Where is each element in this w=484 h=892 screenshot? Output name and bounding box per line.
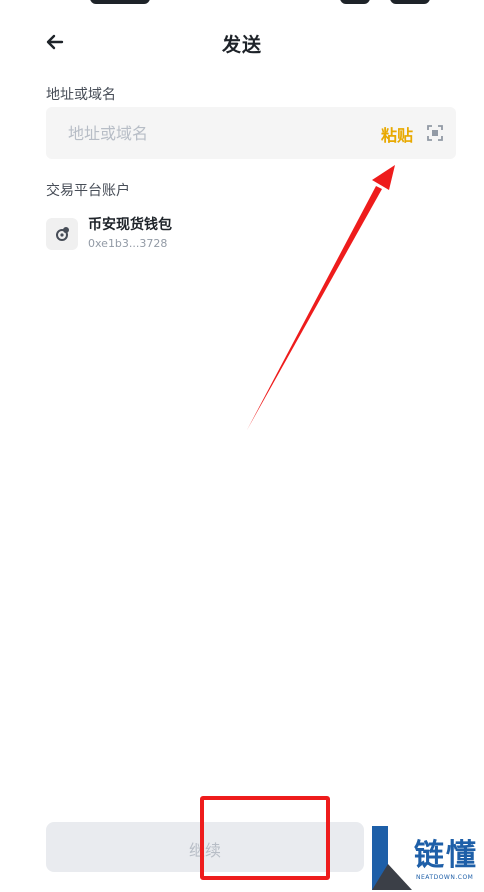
address-input-box: 粘贴 [46, 107, 456, 159]
scan-icon [427, 125, 443, 141]
status-bar [0, 0, 484, 8]
account-address: 0xe1b3...3728 [88, 237, 168, 250]
exchange-accounts-label: 交易平台账户 [46, 183, 130, 199]
paste-button[interactable]: 粘贴 [381, 122, 413, 146]
header: 发送 [0, 22, 484, 62]
watermark: 链懂 NEATDOWN.COM [370, 824, 484, 892]
annotation-highlight-box [200, 796, 330, 880]
scan-button[interactable] [426, 124, 444, 142]
watermark-domain: NEATDOWN.COM [416, 874, 474, 881]
page-title: 发送 [221, 34, 262, 56]
account-item-spot-wallet[interactable]: 币安现货钱包 0xe1b3...3728 [46, 210, 456, 256]
address-label: 地址或域名 [46, 87, 116, 103]
logo-icon [372, 826, 412, 890]
wallet-icon [56, 227, 69, 241]
account-name: 币安现货钱包 [88, 217, 172, 233]
address-input[interactable] [46, 107, 366, 159]
watermark-brand: 链懂 [414, 838, 478, 873]
account-icon [46, 218, 78, 250]
